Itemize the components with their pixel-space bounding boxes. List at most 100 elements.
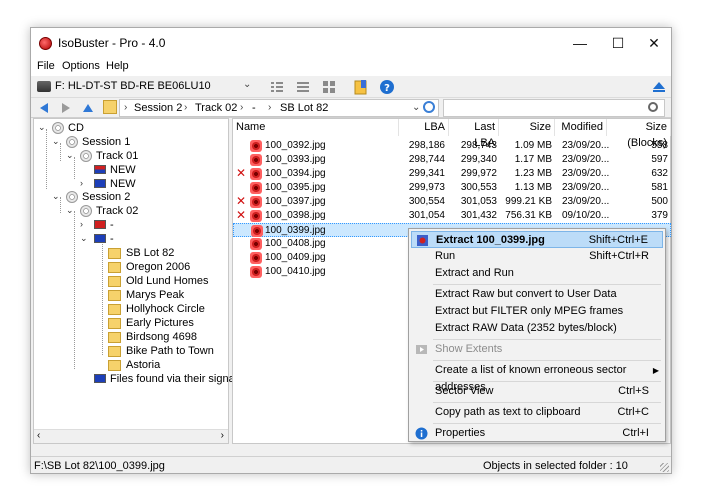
back-arrow-icon[interactable] [37,101,51,115]
scroll-left-icon[interactable]: ‹ [37,430,40,441]
menu-item-extract-and-run[interactable]: Extract and Run [411,265,663,282]
up-arrow-icon[interactable] [81,101,95,115]
tree-horizontal-scrollbar[interactable]: ‹ › [34,429,228,443]
chevron-down-icon[interactable]: ⌄ [412,102,420,113]
refresh-icon[interactable] [423,101,435,113]
breadcrumb-separator-icon: › [184,102,188,113]
drive-select-value: F: HL-DT-ST BD-RE BE06LU10 [55,80,211,92]
breadcrumb-sb-lot-82[interactable]: SB Lot 82 [280,102,328,114]
file-row[interactable]: 100_0395.jpg 299,973 300,553 1.13 MB 23/… [233,181,671,195]
file-last-lba: 301,053 [460,196,497,207]
minimize-button[interactable]: — [561,28,599,58]
icon-view-icon[interactable] [321,79,337,95]
tree-label: Birdsong 4698 [126,331,197,343]
column-header-size-blocks[interactable]: Size (Blocks) [607,119,671,149]
search-icon[interactable] [648,102,658,112]
resize-grip-icon[interactable] [660,463,669,472]
list-view-icon[interactable] [269,79,285,95]
menu-item-shortcut: Ctrl+C [617,406,649,418]
file-size: 999.21 KB [505,196,552,207]
menu-item-run[interactable]: Run Shift+Ctrl+R [411,248,663,265]
tree-label: Track 02 [96,205,139,217]
column-header-last-lba[interactable]: Last LBA [449,119,499,149]
collapse-icon[interactable]: ⌄ [52,191,60,202]
file-row[interactable]: ✕ 100_0398.jpg 301,054 301,432 756.31 KB… [233,209,671,223]
file-system-flag-icon [94,179,106,188]
file-row[interactable]: 100_0392.jpg 298,186 298,743 1.09 MB 23/… [233,139,671,153]
file-system-flag-icon [94,165,106,174]
menu-help[interactable]: Help [106,60,129,72]
file-lba: 298,744 [408,154,445,165]
collapse-icon[interactable]: ⌄ [66,150,74,161]
breadcrumb[interactable]: › Session 2 › Track 02 › - › SB Lot 82 ⌄ [119,99,439,117]
scroll-right-icon[interactable]: › [221,430,224,441]
menu-item-label: Extract and Run [435,267,514,279]
menu-item-extract-mpeg[interactable]: Extract but FILTER only MPEG frames [411,303,663,320]
menu-file[interactable]: File [37,60,55,72]
menu-item-extract-raw[interactable]: Extract RAW Data (2352 bytes/block) [411,320,663,337]
close-button[interactable]: ✕ [635,28,671,58]
tree-line [60,143,61,161]
file-name: 100_0397.jpg [265,196,326,207]
file-last-lba: 298,743 [460,140,497,151]
folder-icon [108,276,121,287]
eject-icon[interactable] [651,79,667,95]
title-bar: IsoBuster - Pro - 4.0 — ☐ ✕ [31,28,671,58]
jpg-file-icon [250,196,262,208]
file-modified: 23/09/20... [562,140,610,151]
file-size-blocks: 632 [651,168,668,179]
jpg-file-icon [251,225,263,237]
menu-item-label: Sector View [435,385,494,397]
menu-separator [433,360,661,361]
chevron-down-icon[interactable]: ⌄ [243,79,251,90]
jpg-file-icon [250,154,262,166]
breadcrumb-track-02[interactable]: Track 02 [195,102,237,114]
error-x-icon: ✕ [236,166,247,180]
maximize-button[interactable]: ☐ [599,28,637,58]
bookmark-icon[interactable] [353,79,369,95]
tree-line [74,211,75,369]
collapse-icon[interactable]: ⌄ [38,122,46,133]
help-icon[interactable]: ? [379,79,395,95]
menu-item-copy-path[interactable]: Copy path as text to clipboard Ctrl+C [411,404,663,421]
breadcrumb-session-2[interactable]: Session 2 [134,102,182,114]
file-name: 100_0409.jpg [265,252,326,263]
folder-icon [108,332,121,343]
drive-toolbar: F: HL-DT-ST BD-RE BE06LU10 ⌄ ? [31,76,671,98]
forward-arrow-icon[interactable] [59,101,73,115]
menu-bar: File Options Help [31,58,671,76]
file-size: 756.31 KB [505,210,552,221]
file-size-blocks: 581 [651,182,668,193]
file-size: 1.09 MB [514,140,552,151]
file-row[interactable]: 100_0393.jpg 298,744 299,340 1.17 MB 23/… [233,153,671,167]
column-header-lba[interactable]: LBA [399,119,449,136]
search-input[interactable] [443,99,665,117]
column-header-modified[interactable]: Modified [555,119,607,136]
menu-item-erroneous-sectors[interactable]: Create a list of known erroneous sector … [411,362,663,393]
file-row[interactable]: ✕ 100_0397.jpg 300,554 301,053 999.21 KB… [233,195,671,209]
details-view-icon[interactable] [295,79,311,95]
menu-item-properties[interactable]: Properties Ctrl+I [411,425,663,442]
drive-select[interactable]: F: HL-DT-ST BD-RE BE06LU10 ⌄ [35,78,257,96]
file-row[interactable]: ✕ 100_0394.jpg 299,341 299,972 1.23 MB 2… [233,167,671,181]
menu-separator [433,339,661,340]
collapse-icon[interactable]: ⌄ [52,136,60,147]
expand-icon[interactable]: › [80,219,83,229]
tree-label: Old Lund Homes [126,275,209,287]
expand-icon[interactable]: › [80,178,83,188]
collapse-icon[interactable]: ⌄ [80,233,88,244]
file-size-blocks: 379 [651,210,668,221]
context-menu: Extract 100_0399.jpg Shift+Ctrl+E Run Sh… [408,228,666,442]
menu-item-extract-raw-user[interactable]: Extract Raw but convert to User Data [411,286,663,303]
file-lba: 299,973 [408,182,445,193]
jpg-file-icon [250,252,262,264]
menu-item-extract[interactable]: Extract 100_0399.jpg Shift+Ctrl+E [411,231,663,248]
column-header-size[interactable]: Size [499,119,555,136]
folder-icon [108,290,121,301]
column-header-name[interactable]: Name [233,119,399,136]
collapse-icon[interactable]: ⌄ [66,205,74,216]
menu-options[interactable]: Options [62,60,100,72]
breadcrumb-dash[interactable]: - [252,102,256,114]
menu-item-show-extents: Show Extents [411,341,663,358]
menu-item-sector-view[interactable]: Sector View Ctrl+S [411,383,663,400]
